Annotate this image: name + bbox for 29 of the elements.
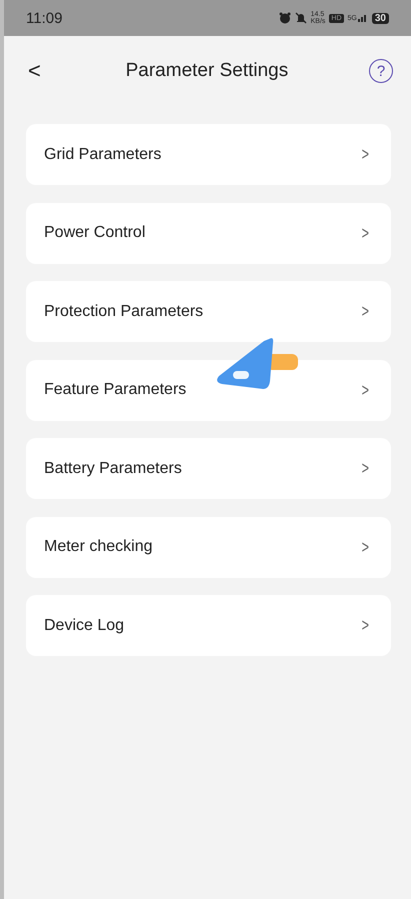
chevron-icon: >: [362, 615, 370, 636]
item-label: Battery Parameters: [44, 460, 182, 478]
settings-item[interactable]: Battery Parameters >: [26, 438, 391, 499]
settings-item[interactable]: Device Log >: [26, 595, 391, 656]
help-button[interactable]: ?: [369, 59, 393, 83]
settings-item[interactable]: Power Control >: [26, 202, 391, 264]
chevron-icon: >: [362, 536, 370, 558]
status-time: 11:09: [26, 10, 62, 26]
item-label: Grid Parameters: [44, 146, 162, 164]
item-label: Meter checking: [44, 538, 152, 556]
chevron-icon: >: [362, 380, 370, 400]
alarm-icon: [278, 12, 291, 24]
chevron-icon: >: [362, 222, 370, 244]
chevron-icon: >: [362, 301, 370, 322]
item-label: Protection Parameters: [44, 302, 204, 320]
item-label: Power Control: [44, 224, 146, 242]
muted-bell-icon: [294, 12, 307, 24]
settings-item[interactable]: Grid Parameters >: [26, 124, 391, 185]
chevron-icon: >: [362, 458, 370, 479]
back-button[interactable]: <: [24, 58, 45, 84]
page-title: Parameter Settings: [126, 60, 288, 82]
settings-item[interactable]: Protection Parameters >: [26, 281, 391, 342]
item-label: Device Log: [44, 616, 124, 634]
item-label: Feature Parameters: [44, 381, 186, 399]
chevron-icon: >: [362, 144, 370, 165]
settings-item[interactable]: Feature Parameters >: [26, 360, 391, 420]
settings-item[interactable]: Meter checking >: [26, 516, 391, 578]
signal-icon: [358, 14, 368, 22]
battery-level: 30: [372, 12, 389, 24]
